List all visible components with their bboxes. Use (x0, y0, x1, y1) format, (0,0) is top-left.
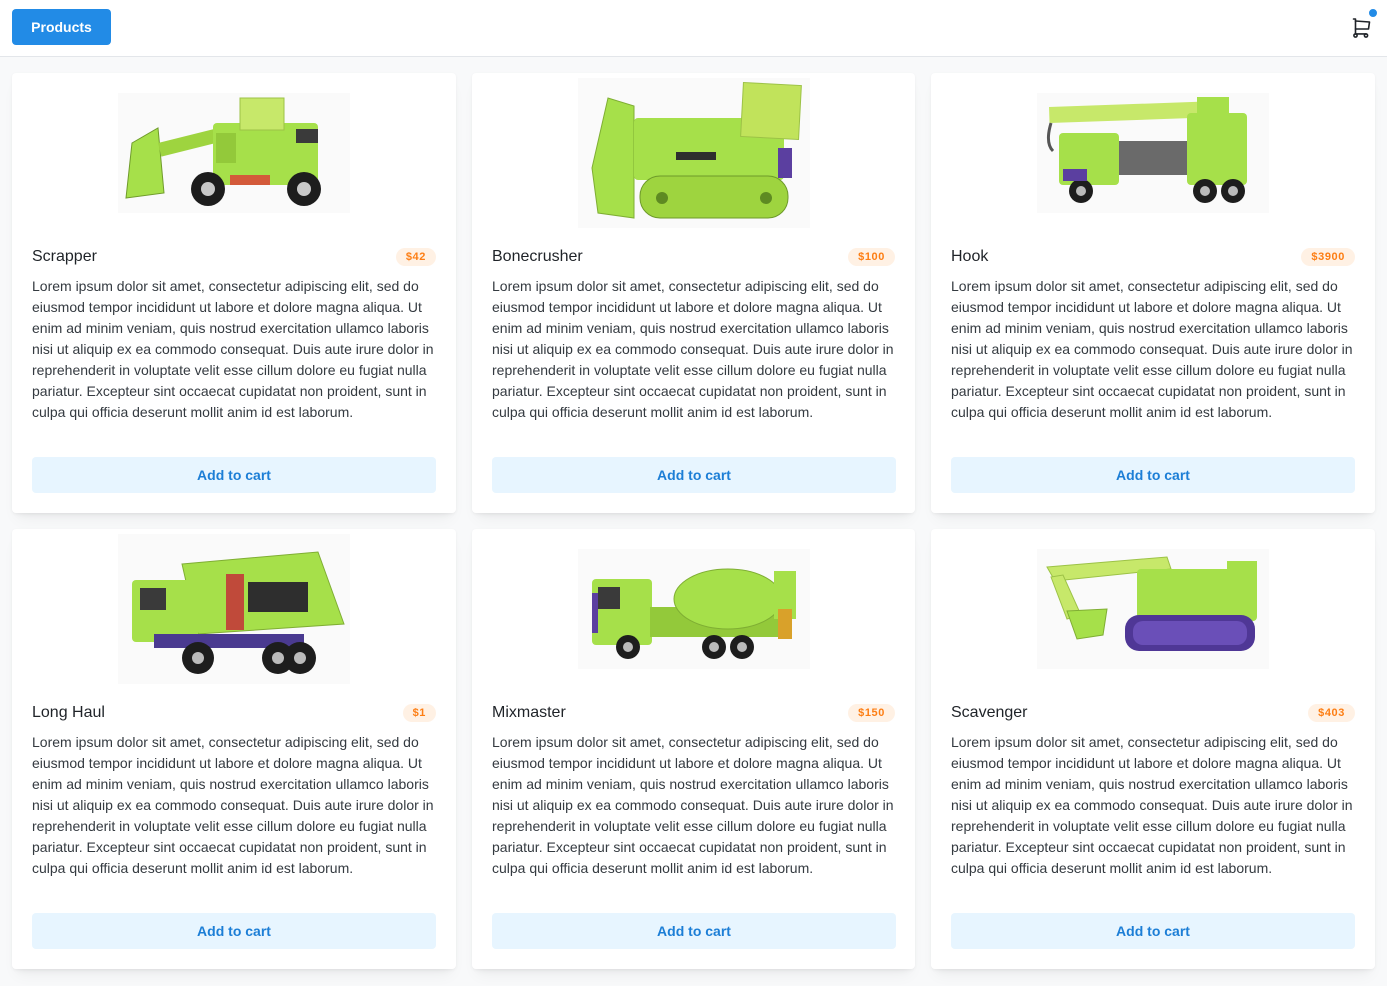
product-image (931, 73, 1375, 233)
product-card: Mixmaster $150 Lorem ipsum dolor sit ame… (472, 529, 915, 969)
add-to-cart-button[interactable]: Add to cart (951, 913, 1355, 949)
product-description: Lorem ipsum dolor sit amet, consectetur … (951, 278, 1353, 420)
shopping-cart-icon (1352, 18, 1371, 38)
price-badge: $1 (402, 704, 436, 722)
front-loader-toy-image (118, 93, 350, 213)
price-badge: $150 (848, 704, 895, 722)
bulldozer-toy-image (577, 78, 810, 228)
product-name: Mixmaster (492, 704, 566, 721)
cart-indicator-dot (1368, 8, 1378, 18)
product-image (472, 73, 915, 233)
cart-button[interactable] (1347, 8, 1378, 43)
excavator-toy-image (1037, 549, 1269, 669)
product-image (12, 73, 456, 233)
products-button[interactable]: Products (12, 9, 111, 45)
add-to-cart-button[interactable]: Add to cart (951, 457, 1355, 493)
product-description: Lorem ipsum dolor sit amet, consectetur … (492, 734, 894, 876)
product-grid: Scrapper $42 Lorem ipsum dolor sit amet,… (12, 73, 1375, 969)
product-card: Scrapper $42 Lorem ipsum dolor sit amet,… (12, 73, 456, 513)
add-to-cart-button[interactable]: Add to cart (492, 913, 896, 949)
product-description: Lorem ipsum dolor sit amet, consectetur … (32, 278, 434, 420)
product-card: Scavenger $403 Lorem ipsum dolor sit ame… (931, 529, 1375, 969)
product-name: Bonecrusher (492, 248, 583, 265)
add-to-cart-button[interactable]: Add to cart (492, 457, 896, 493)
dump-truck-toy-image (118, 534, 350, 684)
top-bar: Products (0, 0, 1387, 57)
price-badge: $403 (1308, 704, 1355, 722)
price-badge: $100 (848, 248, 895, 266)
add-to-cart-button[interactable]: Add to cart (32, 457, 436, 493)
product-description: Lorem ipsum dolor sit amet, consectetur … (32, 734, 434, 876)
product-image (472, 529, 915, 689)
price-badge: $42 (395, 248, 436, 266)
product-name: Scrapper (32, 248, 97, 265)
price-badge: $3900 (1301, 248, 1355, 266)
product-description: Lorem ipsum dolor sit amet, consectetur … (951, 734, 1353, 876)
crane-truck-toy-image (1037, 93, 1269, 213)
product-name: Long Haul (32, 704, 105, 721)
product-card: Bonecrusher $100 Lorem ipsum dolor sit a… (472, 73, 915, 513)
product-description: Lorem ipsum dolor sit amet, consectetur … (492, 278, 894, 420)
product-image (12, 529, 456, 689)
product-card: Long Haul $1 Lorem ipsum dolor sit amet,… (12, 529, 456, 969)
cement-mixer-toy-image (577, 549, 810, 669)
product-name: Scavenger (951, 704, 1028, 721)
product-name: Hook (951, 248, 989, 265)
product-card: Hook $3900 Lorem ipsum dolor sit amet, c… (931, 73, 1375, 513)
add-to-cart-button[interactable]: Add to cart (32, 913, 436, 949)
product-image (931, 529, 1375, 689)
